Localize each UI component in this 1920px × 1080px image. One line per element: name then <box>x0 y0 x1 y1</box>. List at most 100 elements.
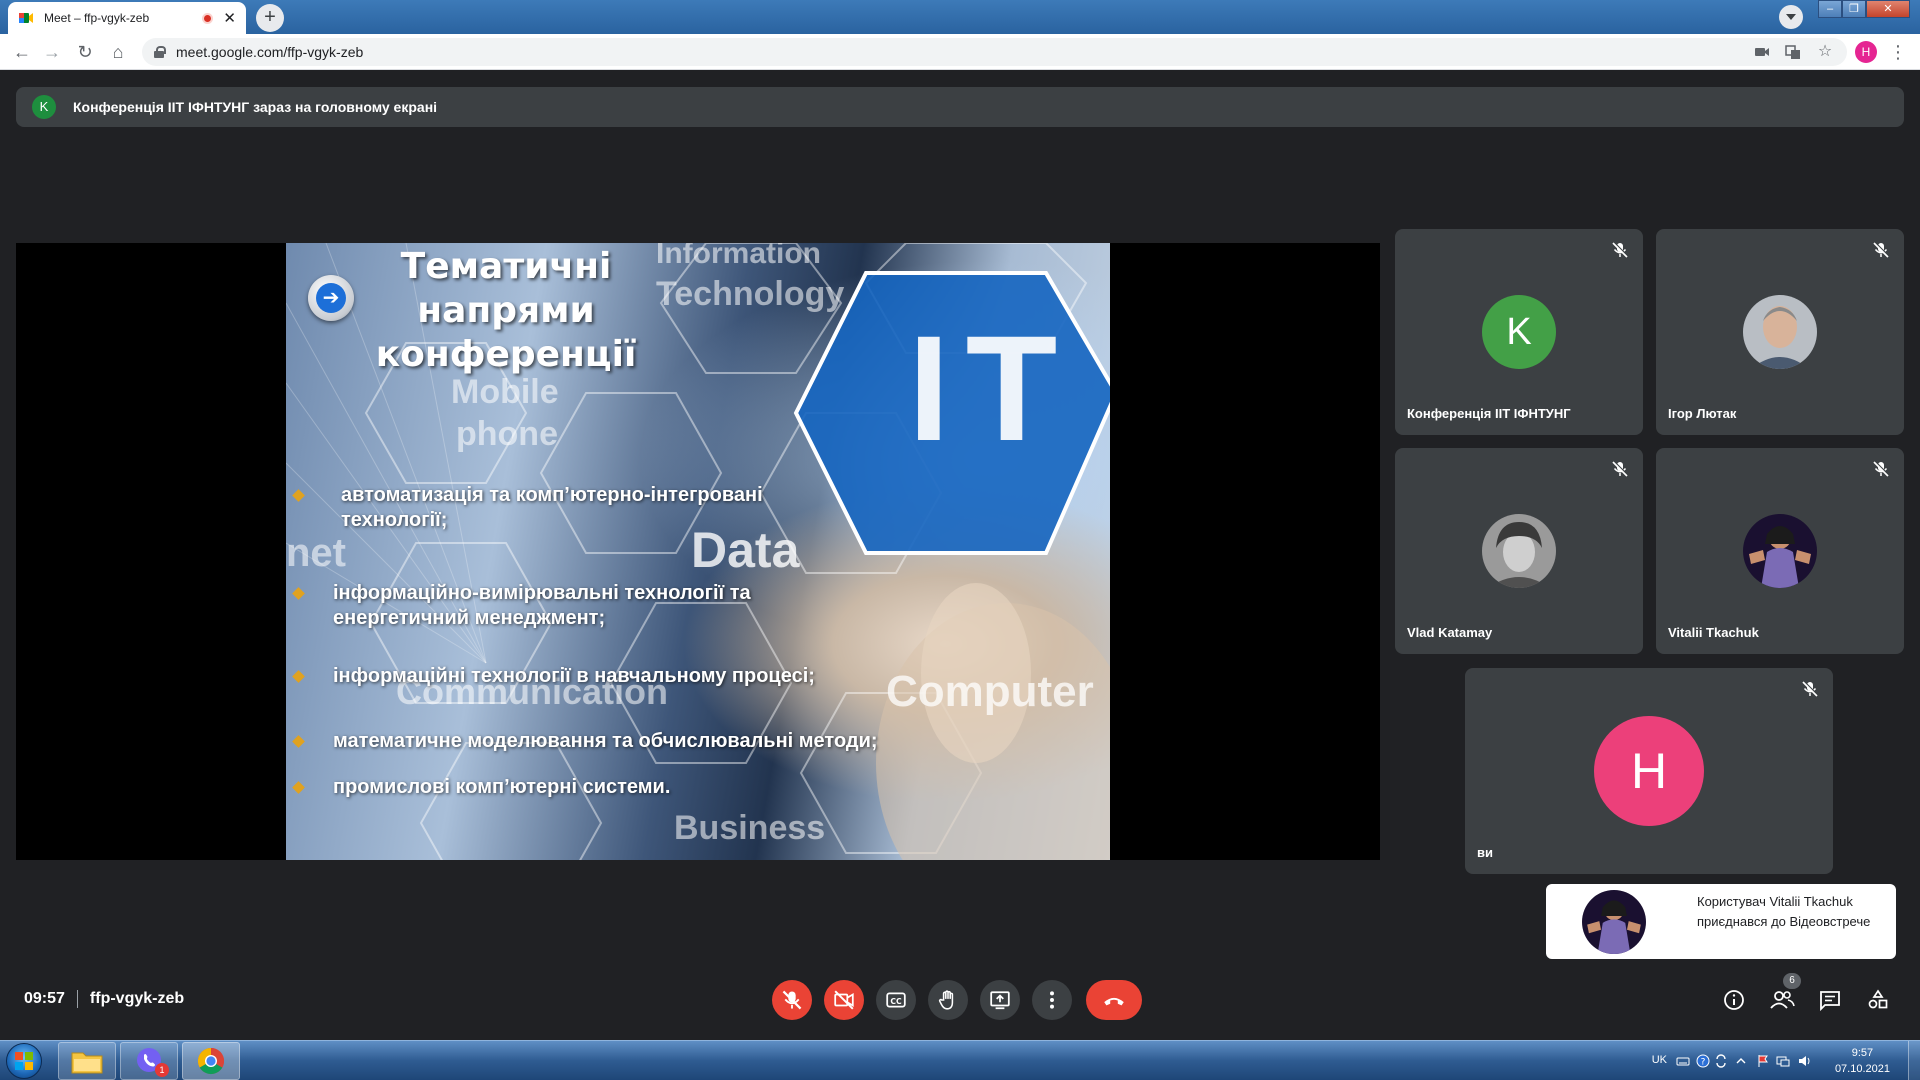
sync-tray-icon[interactable] <box>1714 1054 1728 1068</box>
window-restore-button[interactable]: ❐ <box>1842 0 1866 18</box>
taskbar-chrome[interactable] <box>182 1042 240 1080</box>
present-screen-icon <box>990 991 1010 1010</box>
participant-name: Ігор Лютак <box>1668 406 1737 421</box>
slide-bullet: інформаційно-вимірювальні технології та … <box>292 581 874 631</box>
meeting-time: 09:57 <box>24 990 65 1007</box>
meeting-info-button[interactable] <box>1720 986 1748 1014</box>
reload-icon[interactable]: ↻ <box>73 40 97 64</box>
slide-bullet-text: математичне моделювання та обчислювальні… <box>333 730 878 752</box>
participant-photo-avatar <box>1482 514 1556 588</box>
participant-count-badge: 6 <box>1783 973 1801 989</box>
keyboard-tray-icon[interactable] <box>1676 1054 1690 1068</box>
taskbar-viber[interactable]: 1 <box>120 1042 178 1080</box>
join-notification-toast[interactable]: Користувач Vitalii Tkachuk приєднався до… <box>1546 884 1896 959</box>
watermark-information: Information <box>656 243 821 270</box>
home-icon[interactable]: ⌂ <box>106 40 130 64</box>
self-avatar: H <box>1594 716 1704 826</box>
action-center-flag-icon[interactable] <box>1756 1054 1770 1068</box>
toast-message: Користувач Vitalii Tkachuk приєднався до… <box>1697 894 1871 929</box>
language-indicator[interactable]: UK <box>1652 1054 1667 1066</box>
watermark-computer: Computer <box>886 667 1094 716</box>
slide-title-line: Тематичні <box>400 246 612 287</box>
participant-tile[interactable]: Vitalii Tkachuk <box>1656 448 1904 654</box>
participant-tile[interactable]: Vlad Katamay <box>1395 448 1643 654</box>
taskbar-clock[interactable]: 9:57 07.10.2021 <box>1835 1045 1890 1077</box>
help-tray-icon[interactable]: ? <box>1696 1054 1710 1068</box>
meeting-details: 09:57 ffp-vgyk-zeb <box>24 990 184 1008</box>
activities-shapes-icon <box>1868 989 1888 1009</box>
captions-button[interactable]: CC <box>876 980 916 1020</box>
info-icon <box>1724 990 1744 1010</box>
watermark-net: net <box>286 531 346 575</box>
meeting-code: ffp-vgyk-zeb <box>89 990 185 1007</box>
new-tab-button[interactable]: + <box>256 4 284 32</box>
more-options-button[interactable] <box>1032 980 1072 1020</box>
folder-icon <box>71 1052 103 1074</box>
windows-taskbar: 1 UK ? 9:57 07.10.2021 <box>0 1040 1920 1080</box>
participant-name: Vlad Katamay <box>1407 625 1493 640</box>
watermark-technology: Technology <box>656 275 845 313</box>
slide-bullet-text: промислові комп’ютерні системи. <box>333 776 671 798</box>
tab-search-button[interactable] <box>1779 5 1803 29</box>
browser-menu-icon[interactable]: ⋮ <box>1888 41 1908 63</box>
volume-tray-icon[interactable] <box>1798 1054 1812 1068</box>
translate-icon[interactable] <box>1783 42 1803 62</box>
tab-title: Meet – ffp-vgyk-zeb <box>44 11 150 25</box>
windows-logo-icon <box>15 1052 33 1070</box>
participant-tile-self[interactable]: H ви <box>1465 668 1833 874</box>
bookmark-star-icon[interactable]: ☆ <box>1815 42 1835 62</box>
tab-close-icon[interactable]: ✕ <box>223 11 236 26</box>
toggle-camera-button[interactable] <box>824 980 864 1020</box>
profile-avatar[interactable]: H <box>1855 41 1877 63</box>
presenting-banner-text: Конференція ІІТ ІФНТУНГ зараз на головно… <box>73 99 438 115</box>
it-logo-text: IT <box>908 304 1074 472</box>
url-text: meet.google.com/ffp-vgyk-zeb <box>176 44 364 60</box>
bullet-diamond-icon <box>292 670 305 683</box>
mic-off-icon <box>782 990 802 1010</box>
meeting-details-divider <box>76 990 78 1008</box>
leave-call-button[interactable] <box>1086 980 1142 1020</box>
network-tray-icon[interactable] <box>1776 1054 1790 1068</box>
bullet-diamond-icon <box>292 735 305 748</box>
participant-name: Конференція ІІТ ІФНТУНГ <box>1407 406 1571 421</box>
clock-time: 9:57 <box>1851 1047 1874 1059</box>
participant-name: Vitalii Tkachuk <box>1668 625 1759 640</box>
participant-tile[interactable]: K Конференція ІІТ ІФНТУНГ <box>1395 229 1643 435</box>
activities-button[interactable] <box>1864 986 1892 1014</box>
show-hidden-icons-icon[interactable] <box>1734 1054 1748 1068</box>
participant-avatar: K <box>1482 295 1556 369</box>
window-minimize-button[interactable]: – <box>1818 0 1842 18</box>
participants-button[interactable] <box>1768 986 1796 1014</box>
viber-notification-badge: 1 <box>155 1063 169 1077</box>
slide-bullet: математичне моделювання та обчислювальні… <box>292 729 1094 754</box>
meet-favicon-icon <box>19 13 33 23</box>
address-bar[interactable]: meet.google.com/ffp-vgyk-zeb <box>142 38 1847 66</box>
slide-bullet: автоматизація та комп’ютерно-інтегровані… <box>292 483 854 533</box>
slide-bullet-text: інформаційні технології в навчальному пр… <box>333 665 815 687</box>
present-now-button[interactable] <box>980 980 1020 1020</box>
show-desktop-button[interactable] <box>1908 1041 1920 1080</box>
toggle-microphone-button[interactable] <box>772 980 812 1020</box>
main-stage[interactable]: Information Technology Mobile phone net … <box>16 243 1380 860</box>
raise-hand-button[interactable] <box>928 980 968 1020</box>
slide-bullet-text: інформаційно-вимірювальні технології та … <box>333 582 751 629</box>
camera-in-use-icon[interactable] <box>1752 42 1772 62</box>
mic-off-icon <box>1802 680 1819 697</box>
taskbar-file-explorer[interactable] <box>58 1042 116 1080</box>
participant-tile[interactable]: Ігор Лютак <box>1656 229 1904 435</box>
start-button[interactable] <box>6 1043 42 1079</box>
more-vertical-icon <box>1050 991 1054 1009</box>
chat-button[interactable] <box>1816 986 1844 1014</box>
forward-arrow-icon[interactable]: → <box>40 40 64 64</box>
bullet-diamond-icon <box>292 587 305 600</box>
browser-tab-strip: Meet – ffp-vgyk-zeb ✕ + – ❐ ✕ <box>0 0 1920 34</box>
camera-off-icon <box>834 990 854 1010</box>
browser-tab-meet[interactable]: Meet – ffp-vgyk-zeb ✕ <box>8 2 246 34</box>
back-arrow-icon[interactable]: ← <box>10 40 34 64</box>
bullet-diamond-icon <box>292 781 305 794</box>
window-close-button[interactable]: ✕ <box>1866 0 1910 18</box>
closed-captions-icon: CC <box>886 992 906 1008</box>
slide-bullet: промислові комп’ютерні системи. <box>292 775 1094 800</box>
participant-photo-avatar <box>1743 514 1817 588</box>
toast-avatar <box>1582 890 1646 954</box>
